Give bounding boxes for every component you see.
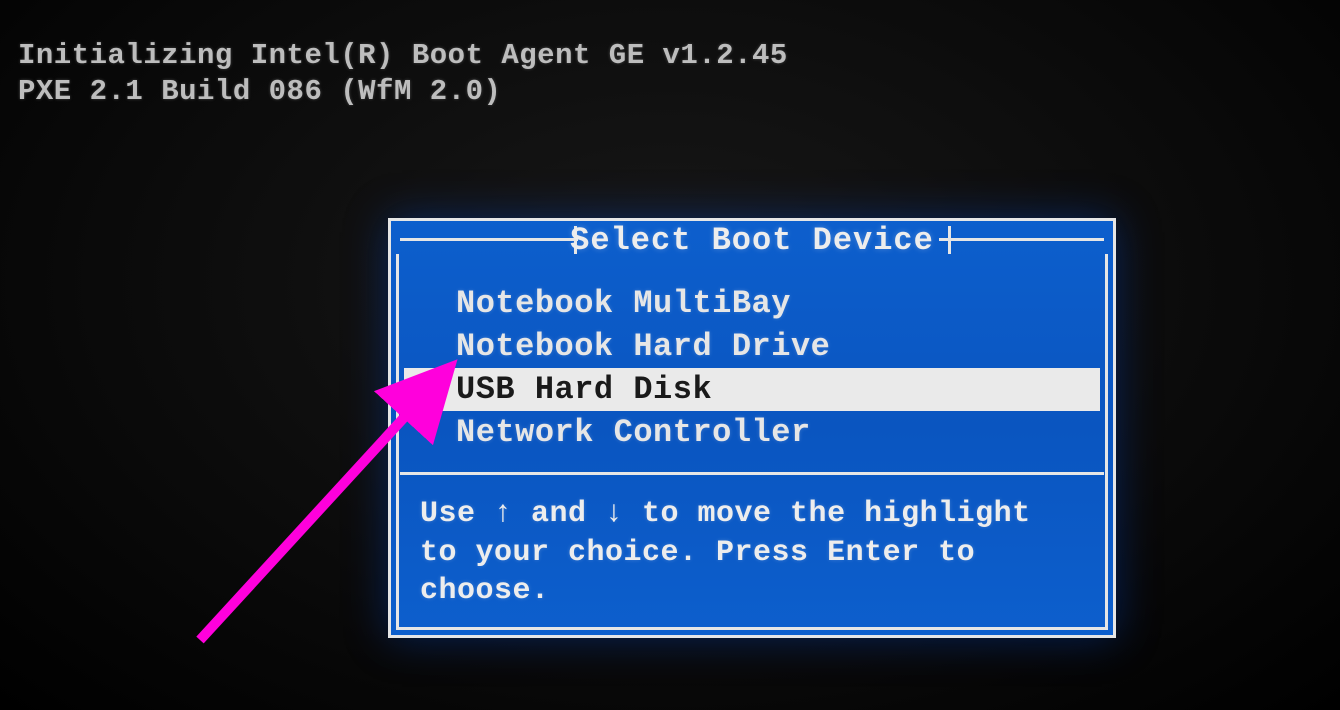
init-line-1: Initializing Intel(R) Boot Agent GE v1.2… — [18, 38, 788, 74]
boot-device-dialog: Select Boot Device Notebook MultiBayNote… — [388, 218, 1116, 638]
boot-option[interactable]: USB Hard Disk — [404, 368, 1100, 411]
dialog-title-row: Select Boot Device — [392, 222, 1112, 258]
boot-option[interactable]: Network Controller — [404, 411, 1100, 454]
title-rule-right — [939, 238, 1104, 241]
boot-option[interactable]: Notebook MultiBay — [404, 282, 1100, 325]
dialog-help-text: Use ↑ and ↓ to move the highlight to you… — [392, 475, 1112, 634]
init-line-2: PXE 2.1 Build 086 (WfM 2.0) — [18, 74, 788, 110]
boot-device-list[interactable]: Notebook MultiBayNotebook Hard DriveUSB … — [404, 266, 1100, 468]
bios-screen: Initializing Intel(R) Boot Agent GE v1.2… — [0, 0, 1340, 710]
post-init-text: Initializing Intel(R) Boot Agent GE v1.2… — [18, 38, 788, 111]
dialog-frame: Select Boot Device Notebook MultiBayNote… — [388, 218, 1116, 638]
boot-option[interactable]: Notebook Hard Drive — [404, 325, 1100, 368]
